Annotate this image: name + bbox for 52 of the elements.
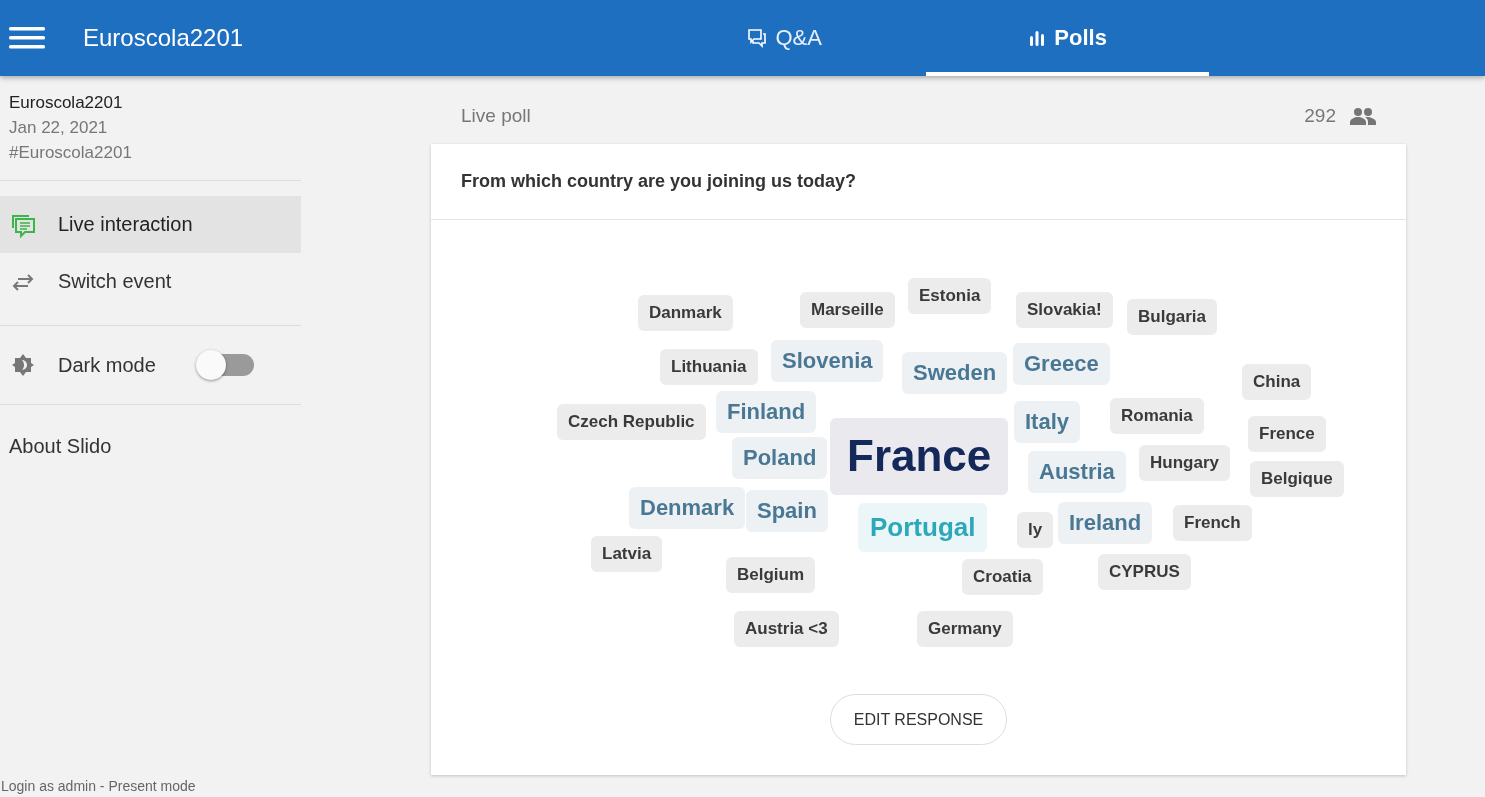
word-tag: Slovakia! [1016, 292, 1113, 329]
word-tag: French [1173, 505, 1252, 542]
chat-bubbles-icon [747, 28, 768, 48]
word-tag: China [1242, 364, 1312, 401]
about-link[interactable]: About Slido [9, 435, 112, 457]
event-date: Jan 22, 2021 [9, 118, 109, 138]
word-tag: Denmark [629, 487, 746, 530]
word-tag: Belgium [726, 557, 816, 594]
bar-chart-icon [1028, 29, 1047, 47]
nav-item[interactable]: Live interaction [0, 196, 301, 253]
word-tag: Belgique [1250, 461, 1344, 498]
brightness-icon [10, 352, 36, 378]
word-tag: Poland [732, 437, 828, 480]
tab[interactable]: Polls [926, 0, 1210, 76]
word-tag: Danmark [638, 295, 733, 332]
word-tag: Spain [746, 490, 828, 533]
word-tag: Finland [716, 391, 817, 434]
word-tag: Bulgaria [1127, 299, 1218, 336]
word-tag: Greece [1013, 343, 1110, 386]
word-tag: Italy [1014, 401, 1081, 444]
word-tag: Austria <3 [734, 611, 839, 648]
tab[interactable]: Q&A [643, 0, 927, 76]
poll-question: From which country are you joining us today? [431, 144, 1406, 220]
word-tag: France [830, 418, 1009, 495]
word-tag: Ireland [1058, 502, 1153, 545]
word-tag: Romania [1110, 398, 1204, 435]
word-tag: ly [1017, 512, 1054, 549]
participant-count: 292 [1304, 105, 1336, 127]
edit-response-button[interactable]: EDIT RESPONSE [829, 694, 1008, 745]
nav-item[interactable]: Switch event [0, 253, 301, 310]
word-tag: Portugal [858, 503, 988, 553]
event-name: Euroscola2201 [9, 93, 124, 113]
word-tag: Czech Republic [557, 404, 706, 441]
word-tag: Hungary [1139, 445, 1230, 482]
word-tag: Sweden [902, 352, 1008, 395]
people-icon [1350, 107, 1376, 125]
event-title: Euroscola2201 [83, 24, 244, 52]
word-tag: Frence [1248, 416, 1326, 453]
menu-icon[interactable] [9, 26, 45, 50]
word-tag: CYPRUS [1098, 554, 1191, 591]
word-tag: Slovenia [771, 340, 884, 383]
word-tag: Germany [917, 611, 1013, 648]
word-tag: Marseille [800, 292, 895, 329]
word-tag: Austria [1028, 451, 1126, 494]
event-code: #Euroscola2201 [9, 143, 133, 163]
word-tag: Lithuania [660, 349, 758, 386]
footer-text: Login as admin - Present mode [0, 778, 197, 794]
word-tag: Croatia [962, 559, 1043, 596]
word-tag: Estonia [908, 278, 992, 315]
dark-mode-label: Dark mode [58, 353, 157, 377]
word-tag: Latvia [591, 536, 663, 573]
poll-status: Live poll [461, 105, 532, 127]
